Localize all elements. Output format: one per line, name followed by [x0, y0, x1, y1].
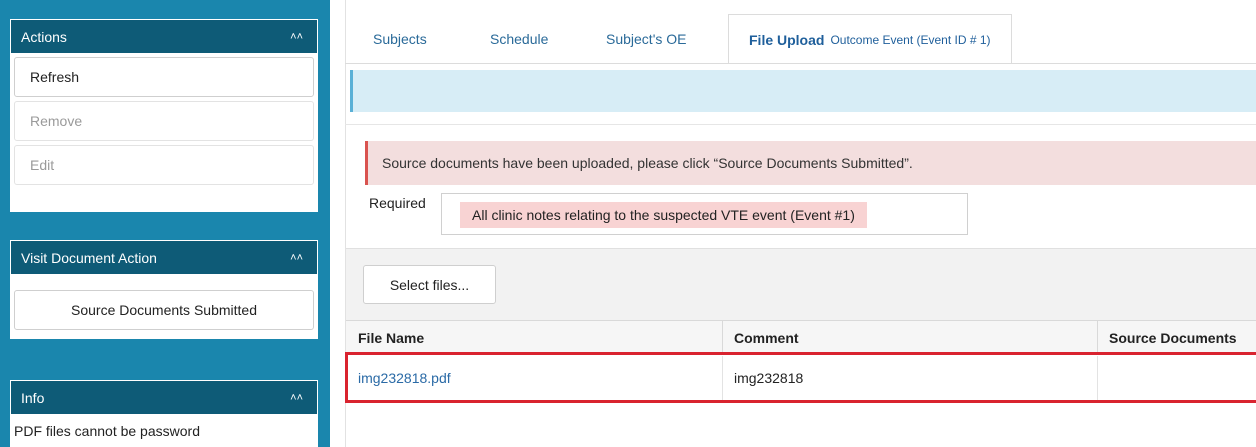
visit-document-panel-title: Visit Document Action — [21, 249, 157, 266]
info-panel-header[interactable]: Info ˄˄ — [10, 380, 318, 415]
info-panel: Info ˄˄ PDF files cannot be password — [10, 380, 318, 447]
actions-panel-title: Actions — [21, 28, 67, 45]
required-item-text: All clinic notes relating to the suspect… — [472, 207, 855, 223]
tab-file-upload[interactable]: File Upload Outcome Event (Event ID # 1) — [728, 14, 1012, 64]
info-panel-title: Info — [21, 389, 45, 406]
column-header-source-documents[interactable]: Source Documents — [1097, 321, 1237, 355]
main-content: Subjects Schedule Subject's OE File Uplo… — [345, 0, 1256, 447]
refresh-button[interactable]: Refresh — [14, 57, 314, 97]
select-files-button[interactable]: Select files... — [363, 265, 496, 304]
tab-strip: Subjects Schedule Subject's OE File Uplo… — [345, 14, 1256, 64]
tab-divider — [345, 63, 1256, 64]
edit-button[interactable]: Edit — [14, 145, 314, 185]
info-bar — [350, 70, 1256, 112]
row-highlight-box — [345, 352, 1256, 403]
column-header-file-name[interactable]: File Name — [346, 321, 424, 355]
upload-toolbar: Select files... — [346, 248, 1256, 320]
section-divider — [345, 124, 1256, 125]
tab-label: Subjects — [373, 31, 427, 47]
info-text: PDF files cannot be password — [14, 423, 200, 439]
source-documents-submitted-button[interactable]: Source Documents Submitted — [14, 290, 314, 330]
required-document-item: All clinic notes relating to the suspect… — [460, 202, 867, 228]
required-documents-box: All clinic notes relating to the suspect… — [441, 193, 968, 235]
tab-schedule[interactable]: Schedule — [490, 14, 548, 64]
visit-document-panel: Visit Document Action ˄˄ Source Document… — [10, 240, 318, 339]
double-chevron-up-icon[interactable]: ˄˄ — [290, 31, 303, 43]
visit-document-panel-header[interactable]: Visit Document Action ˄˄ — [10, 240, 318, 275]
tab-subjects-oe[interactable]: Subject's OE — [606, 14, 687, 64]
grid-header: File Name Comment Source Documents — [346, 320, 1256, 355]
alert-text: Source documents have been uploaded, ple… — [382, 155, 913, 171]
double-chevron-up-icon[interactable]: ˄˄ — [290, 392, 303, 404]
actions-panel-header[interactable]: Actions ˄˄ — [10, 19, 318, 54]
double-chevron-up-icon[interactable]: ˄˄ — [290, 252, 303, 264]
uploaded-alert: Source documents have been uploaded, ple… — [365, 141, 1256, 185]
tab-sublabel: Outcome Event (Event ID # 1) — [830, 32, 991, 47]
actions-panel: Actions ˄˄ Refresh Remove Edit — [10, 19, 318, 212]
remove-button[interactable]: Remove — [14, 101, 314, 141]
tab-label: File Upload — [749, 31, 825, 48]
tab-subjects[interactable]: Subjects — [373, 14, 427, 64]
column-header-comment[interactable]: Comment — [722, 321, 799, 355]
tab-label: Schedule — [490, 31, 549, 47]
left-sidebar: Actions ˄˄ Refresh Remove Edit Visit Doc… — [0, 0, 330, 447]
tab-label: Subject's OE — [606, 31, 687, 47]
required-label: Required — [369, 195, 426, 211]
